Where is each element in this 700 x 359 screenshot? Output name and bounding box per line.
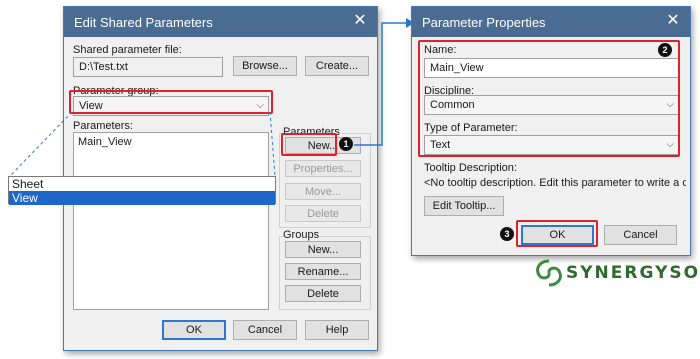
- props-dialog-titlebar: Parameter Properties ✕: [412, 7, 690, 37]
- step-badge-2: 2: [658, 43, 672, 57]
- logo-swirl-icon: [536, 259, 562, 287]
- edit-tooltip-button[interactable]: Edit Tooltip...: [424, 196, 504, 216]
- close-icon[interactable]: ✕: [352, 13, 368, 29]
- properties-fields-highlight: [418, 40, 680, 157]
- dropdown-option-view[interactable]: View: [9, 191, 275, 205]
- new-button-highlight: [281, 133, 337, 156]
- synergysoft-logo: SYNERGYSOFT: [532, 258, 700, 288]
- parameter-group-highlight: [69, 90, 273, 114]
- rename-group-button[interactable]: Rename...: [285, 263, 361, 280]
- step-badge-3: 3: [500, 227, 514, 241]
- ok-button[interactable]: OK: [162, 320, 226, 340]
- step-badge-1: 1: [339, 137, 353, 151]
- browse-button[interactable]: Browse...: [233, 56, 297, 76]
- parameters-listbox[interactable]: Main_View: [73, 132, 269, 310]
- delete-group-button[interactable]: Delete: [285, 285, 361, 302]
- move-button[interactable]: Move...: [285, 183, 361, 200]
- shared-file-label: Shared parameter file:: [73, 44, 182, 56]
- delete-parameter-button[interactable]: Delete: [285, 205, 361, 222]
- props-ok-highlight: [516, 220, 598, 247]
- list-item[interactable]: Main_View: [78, 136, 264, 148]
- create-button[interactable]: Create...: [305, 56, 369, 76]
- tooltip-description-text: <No tooltip description. Edit this param…: [424, 177, 686, 189]
- parameters-label: Parameters:: [73, 120, 133, 132]
- close-icon[interactable]: ✕: [665, 13, 681, 29]
- groups-groupbox-label: Groups: [282, 229, 321, 241]
- logo-text: SYNERGYSOFT: [566, 263, 700, 283]
- edit-dialog-titlebar: Edit Shared Parameters ✕: [64, 7, 377, 37]
- help-button[interactable]: Help: [305, 320, 369, 340]
- props-cancel-button[interactable]: Cancel: [604, 225, 677, 245]
- properties-button[interactable]: Properties...: [285, 160, 361, 177]
- new-group-button[interactable]: New...: [285, 241, 361, 258]
- edit-dialog-title: Edit Shared Parameters: [74, 14, 213, 30]
- cancel-button[interactable]: Cancel: [233, 320, 297, 340]
- parameter-group-dropdown-list: Sheet View: [8, 176, 276, 205]
- dropdown-option-sheet[interactable]: Sheet: [9, 177, 275, 191]
- shared-file-field: D:\Test.txt: [73, 57, 223, 77]
- tooltip-description-label: Tooltip Description:: [424, 162, 517, 174]
- props-dialog-title: Parameter Properties: [422, 14, 546, 30]
